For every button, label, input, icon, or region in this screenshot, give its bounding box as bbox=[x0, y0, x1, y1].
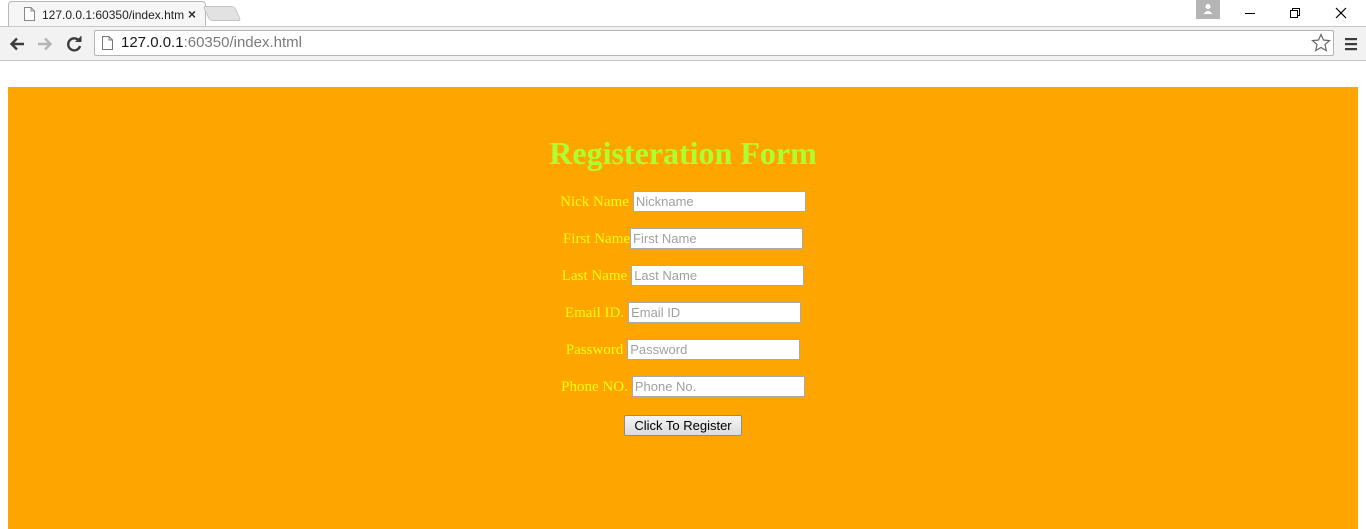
close-tab-icon[interactable]: × bbox=[185, 6, 199, 22]
restore-icon bbox=[1290, 8, 1300, 18]
tab-strip: 127.0.0.1:60350/index.htm × bbox=[0, 0, 1366, 26]
user-icon bbox=[1203, 4, 1213, 14]
email-input[interactable] bbox=[628, 302, 802, 323]
url-path: :60350/index.html bbox=[183, 34, 302, 51]
new-tab-button[interactable] bbox=[202, 6, 242, 21]
reload-icon[interactable] bbox=[64, 34, 84, 54]
password-input[interactable] bbox=[627, 339, 801, 360]
address-bar[interactable]: 127.0.0.1:60350/index.html bbox=[94, 30, 1334, 56]
nickname-label: Nick Name bbox=[560, 193, 629, 210]
forward-arrow-icon[interactable] bbox=[35, 34, 55, 54]
password-label: Password bbox=[565, 341, 624, 358]
register-button[interactable]: Click To Register bbox=[624, 415, 742, 436]
form-title: Registeration Form bbox=[549, 135, 817, 171]
nickname-row: Nick Name bbox=[8, 191, 1358, 213]
menu-icon[interactable] bbox=[1342, 34, 1360, 54]
minimize-button[interactable] bbox=[1226, 0, 1272, 26]
phone-label: Phone NO. bbox=[561, 378, 628, 395]
profile-button[interactable] bbox=[1196, 0, 1220, 19]
url-host: 127.0.0.1 bbox=[121, 34, 184, 51]
browser-tab[interactable]: 127.0.0.1:60350/index.htm × bbox=[8, 1, 206, 26]
password-row: Password bbox=[8, 339, 1358, 361]
last-name-input[interactable] bbox=[631, 265, 805, 286]
last-name-label: Last Name bbox=[561, 267, 628, 284]
phone-input[interactable] bbox=[631, 376, 805, 397]
back-arrow-icon[interactable] bbox=[7, 34, 27, 54]
email-row: Email ID. bbox=[8, 302, 1358, 324]
close-icon bbox=[1335, 7, 1347, 19]
last-name-row: Last Name bbox=[8, 265, 1358, 287]
first-name-row: First Name bbox=[8, 228, 1358, 250]
browser-toolbar: 127.0.0.1:60350/index.html bbox=[0, 26, 1366, 61]
page-icon bbox=[24, 7, 35, 21]
page-icon bbox=[102, 36, 113, 50]
first-name-label: First Name bbox=[562, 230, 631, 247]
nickname-input[interactable] bbox=[632, 191, 806, 212]
first-name-input[interactable] bbox=[630, 228, 804, 249]
restore-button[interactable] bbox=[1272, 0, 1318, 26]
bookmark-star-icon[interactable] bbox=[1311, 33, 1331, 53]
phone-row: Phone NO. bbox=[8, 376, 1358, 398]
tab-title: 127.0.0.1:60350/index.htm bbox=[42, 8, 185, 22]
url-text[interactable]: 127.0.0.1:60350/index.html bbox=[121, 34, 302, 52]
email-label: Email ID. bbox=[564, 304, 625, 321]
minimize-icon bbox=[1245, 13, 1255, 14]
page-content: Registeration Form Nick Name First Name … bbox=[0, 62, 1366, 529]
close-window-button[interactable] bbox=[1318, 0, 1364, 26]
registration-form-panel: Registeration Form Nick Name First Name … bbox=[8, 87, 1358, 529]
